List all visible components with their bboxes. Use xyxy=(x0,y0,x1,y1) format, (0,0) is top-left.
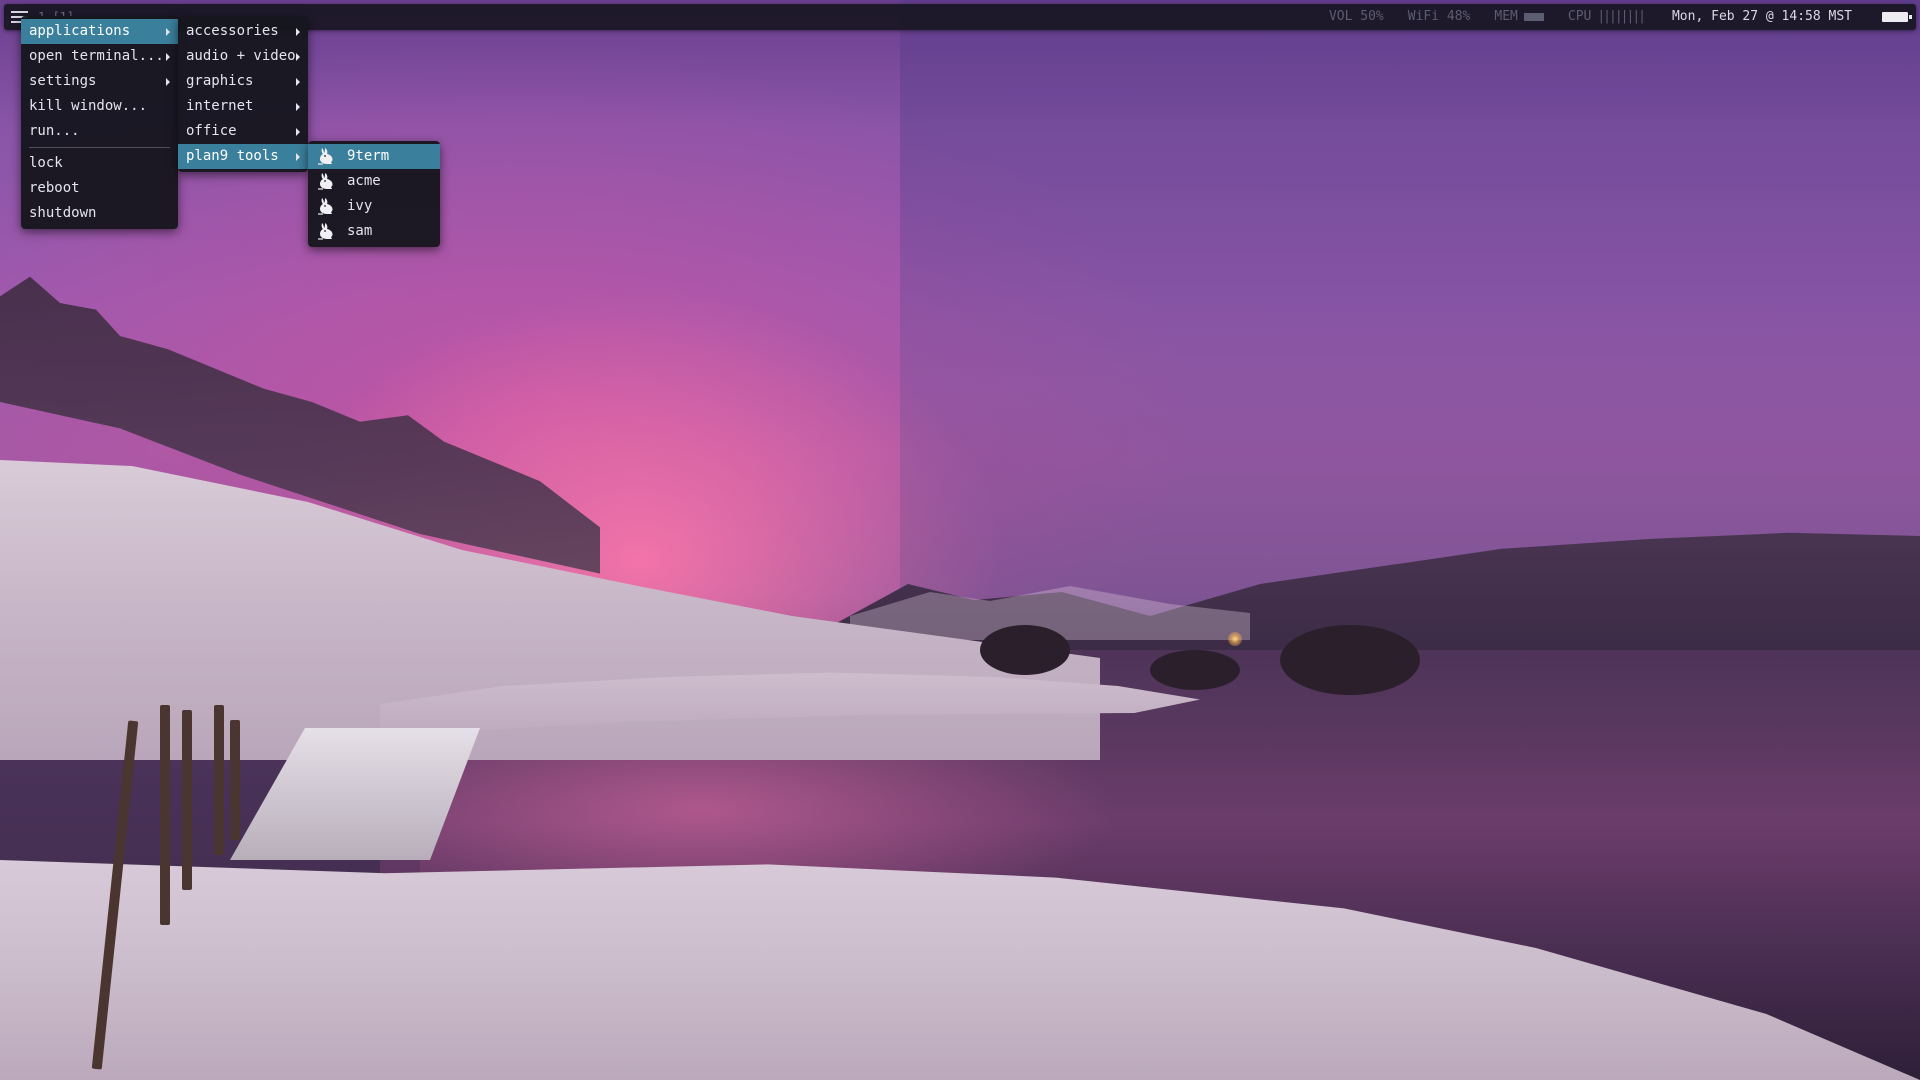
menu-item-audio-video[interactable]: audio + video xyxy=(178,44,308,69)
clock[interactable]: Mon, Feb 27 @ 14:58 MST xyxy=(1672,4,1852,30)
menu-separator xyxy=(29,147,170,148)
glenda-bunny-icon xyxy=(318,173,333,190)
submenu-arrow-icon xyxy=(296,28,300,36)
menu-item-open-terminal[interactable]: open terminal... xyxy=(21,44,178,69)
submenu-arrow-icon xyxy=(166,78,170,86)
plan9-tools-submenu: 9term acme ivy sam xyxy=(308,141,440,247)
memory-label: MEM xyxy=(1494,9,1518,24)
menu-item-sam[interactable]: sam xyxy=(308,219,440,244)
menu-item-label: kill window... xyxy=(29,98,148,114)
menu-item-label: accessories xyxy=(186,23,279,39)
menu-item-graphics[interactable]: graphics xyxy=(178,69,308,94)
menu-item-9term[interactable]: 9term xyxy=(308,144,440,169)
menu-item-shutdown[interactable]: shutdown xyxy=(21,201,178,226)
cpu-label: CPU xyxy=(1567,9,1592,24)
menu-item-label: acme xyxy=(347,173,381,189)
memory-status: MEM xyxy=(1494,4,1544,30)
menu-item-office[interactable]: office xyxy=(178,119,308,144)
menu-item-acme[interactable]: acme xyxy=(308,169,440,194)
menu-item-ivy[interactable]: ivy xyxy=(308,194,440,219)
root-menu: applications open terminal... settings k… xyxy=(21,16,178,229)
menu-item-applications[interactable]: applications xyxy=(21,19,178,44)
submenu-arrow-icon xyxy=(296,128,300,136)
glenda-bunny-icon xyxy=(318,198,333,215)
menu-item-label: ivy xyxy=(347,198,373,214)
applications-submenu: accessories audio + video graphics inter… xyxy=(178,16,308,172)
menu-item-lock[interactable]: lock xyxy=(21,151,178,176)
wallpaper-bush xyxy=(980,625,1070,675)
submenu-arrow-icon xyxy=(166,28,170,36)
menu-item-label: lock xyxy=(29,155,63,171)
menu-item-kill-window[interactable]: kill window... xyxy=(21,94,178,119)
menu-item-label: applications xyxy=(29,23,131,39)
menu-item-plan9-tools[interactable]: plan9 tools xyxy=(178,144,308,169)
wallpaper-bush xyxy=(1280,625,1420,695)
submenu-arrow-icon xyxy=(296,53,300,61)
menu-item-run[interactable]: run... xyxy=(21,119,178,144)
menu-item-label: office xyxy=(186,123,237,139)
menu-item-reboot[interactable]: reboot xyxy=(21,176,178,201)
submenu-arrow-icon xyxy=(296,103,300,111)
menu-item-label: plan9 tools xyxy=(186,148,279,164)
menu-item-label: shutdown xyxy=(29,205,97,221)
menu-item-label: settings xyxy=(29,73,97,89)
submenu-arrow-icon xyxy=(296,153,300,161)
menu-item-label: run... xyxy=(29,123,80,139)
menu-item-label: sam xyxy=(347,223,373,239)
menu-item-accessories[interactable]: accessories xyxy=(178,19,308,44)
memory-bar xyxy=(1523,13,1544,21)
wifi-status[interactable]: WiFi 48% xyxy=(1408,4,1471,30)
wallpaper-fence-post xyxy=(160,705,170,925)
cpu-bars: |||||||| xyxy=(1597,9,1646,24)
wallpaper-distant-light xyxy=(1228,632,1242,646)
submenu-arrow-icon xyxy=(296,78,300,86)
menu-item-label: audio + video xyxy=(186,48,296,64)
wallpaper-fence-post xyxy=(182,710,192,890)
menu-item-label: internet xyxy=(186,98,254,114)
menu-item-settings[interactable]: settings xyxy=(21,69,178,94)
glenda-bunny-icon xyxy=(318,223,333,240)
glenda-bunny-icon xyxy=(318,148,333,165)
volume-status[interactable]: VOL 50% xyxy=(1329,4,1384,30)
menu-item-label: 9term xyxy=(347,148,390,164)
menu-item-label: reboot xyxy=(29,180,80,196)
menu-item-internet[interactable]: internet xyxy=(178,94,308,119)
submenu-arrow-icon xyxy=(166,53,170,61)
battery-icon xyxy=(1882,12,1912,22)
wallpaper-fence-post xyxy=(230,720,240,840)
menu-item-label: graphics xyxy=(186,73,254,89)
menu-item-label: open terminal... xyxy=(29,48,164,64)
wallpaper-bush xyxy=(1150,650,1240,690)
cpu-status: CPU |||||||| xyxy=(1567,4,1646,30)
wallpaper-fence-post xyxy=(214,705,224,855)
